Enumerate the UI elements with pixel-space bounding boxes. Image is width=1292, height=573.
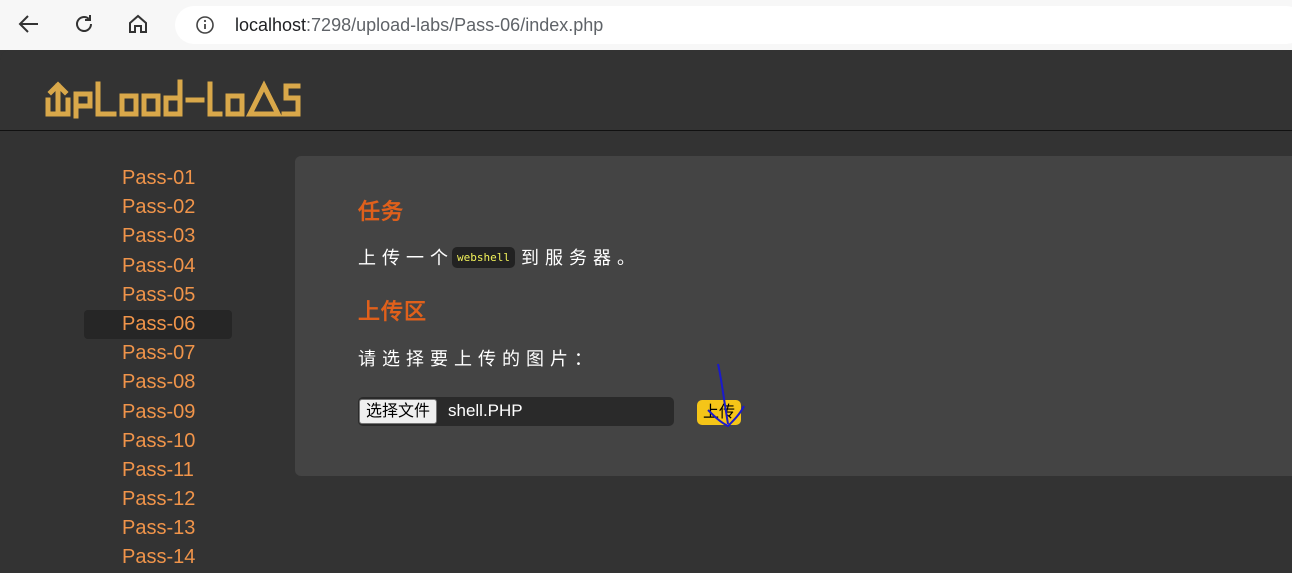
selected-file-name: shell.PHP <box>448 401 523 420</box>
annotation-arrow-icon <box>707 363 745 428</box>
sidebar-item-pass-02[interactable]: Pass-02 <box>84 193 232 222</box>
select-file-label: 请选择要上传的图片： <box>358 349 598 369</box>
sidebar-item-pass-09[interactable]: Pass-09 <box>84 398 232 427</box>
choose-file-button[interactable]: 选择文件 <box>359 399 438 424</box>
page: Pass-01 Pass-02 Pass-03 Pass-04 Pass-05 … <box>0 50 1292 573</box>
sidebar-item-pass-07[interactable]: Pass-07 <box>84 339 232 368</box>
site-info-icon[interactable] <box>195 15 215 35</box>
back-icon[interactable] <box>13 8 45 40</box>
sidebar-nav: Pass-01 Pass-02 Pass-03 Pass-04 Pass-05 … <box>84 164 232 573</box>
sidebar-item-pass-14[interactable]: Pass-14 <box>84 543 232 572</box>
upload-heading: 上传区 <box>358 299 428 324</box>
sidebar-item-pass-08[interactable]: Pass-08 <box>84 368 232 397</box>
sidebar-item-pass-06[interactable]: Pass-06 <box>84 309 232 340</box>
sidebar-item-pass-05[interactable]: Pass-05 <box>84 281 232 310</box>
sidebar-item-pass-11[interactable]: Pass-11 <box>84 456 232 485</box>
content-panel: 任务 上传一个 webshell 到服务器。 上传区 请选择要上传的图片： 选择… <box>295 156 1292 476</box>
task-heading: 任务 <box>358 199 405 224</box>
sidebar-item-pass-12[interactable]: Pass-12 <box>84 485 232 514</box>
site-header <box>0 50 1292 131</box>
sidebar-item-pass-10[interactable]: Pass-10 <box>84 427 232 456</box>
sidebar-item-pass-13[interactable]: Pass-13 <box>84 514 232 543</box>
sidebar-item-pass-04[interactable]: Pass-04 <box>84 252 232 281</box>
task-code: webshell <box>452 246 515 268</box>
home-icon[interactable] <box>122 8 154 40</box>
site-logo[interactable] <box>42 64 332 125</box>
sidebar-item-pass-01[interactable]: Pass-01 <box>84 164 232 193</box>
url-text[interactable]: localhost:7298/upload-labs/Pass-06/index… <box>235 15 603 36</box>
task-suffix: 到服务器。 <box>520 248 641 268</box>
browser-toolbar: localhost:7298/upload-labs/Pass-06/index… <box>0 0 1292 50</box>
address-bar[interactable]: localhost:7298/upload-labs/Pass-06/index… <box>175 6 1292 44</box>
task-prefix: 上传一个 <box>358 248 454 268</box>
task-description: 上传一个 webshell 到服务器。 <box>358 244 641 270</box>
sidebar-item-pass-03[interactable]: Pass-03 <box>84 222 232 251</box>
reload-icon[interactable] <box>68 8 100 40</box>
file-input[interactable]: 选择文件 shell.PHP <box>358 397 674 426</box>
